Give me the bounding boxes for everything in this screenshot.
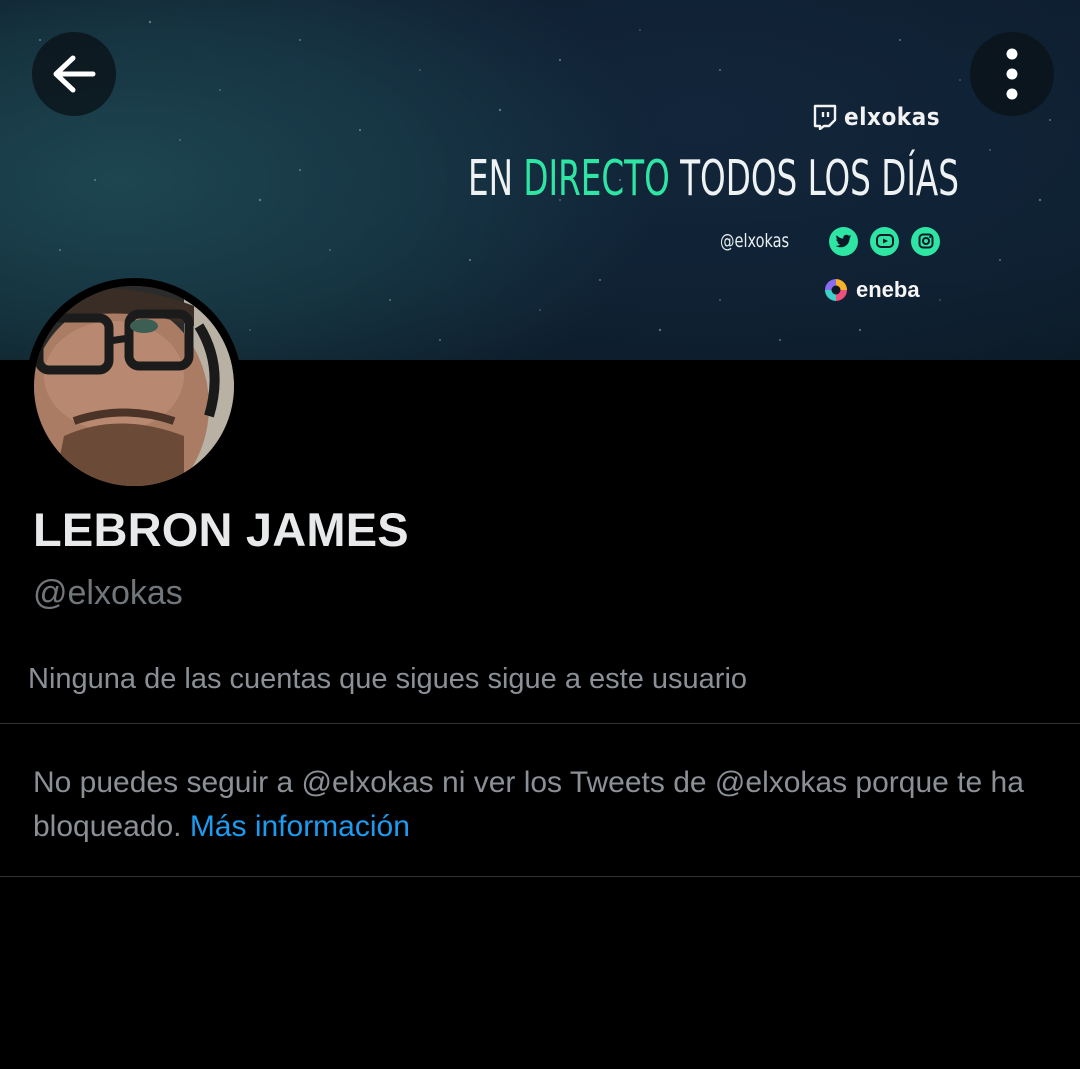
headline-part-1: EN (468, 150, 524, 207)
banner-brand-name: elxokas (844, 103, 941, 131)
followers-you-know-note: Ninguna de las cuentas que sigues sigue … (28, 663, 748, 695)
profile-display-name: LEBRON JAMES (33, 503, 409, 556)
blocked-notice-text: No puedes seguir a @elxokas ni ver los T… (33, 766, 1024, 843)
headline-highlight: DIRECTO (523, 150, 670, 207)
banner-social-row: @elxokas (720, 226, 941, 256)
more-options-button[interactable] (970, 32, 1054, 116)
instagram-icon (911, 226, 941, 256)
avatar-photo (34, 286, 234, 486)
divider (0, 876, 1080, 877)
banner-social-handle: @elxokas (720, 230, 790, 252)
profile-handle: @elxokas (33, 574, 183, 612)
back-button[interactable] (32, 32, 116, 116)
profile-page: elxokas EN DIRECTO TODOS LOS DÍAS @elxok… (0, 0, 1080, 1069)
banner-brand: elxokas (812, 101, 940, 133)
more-vertical-icon (1006, 48, 1018, 100)
more-info-link[interactable]: Más información (190, 810, 410, 843)
banner-headline: EN DIRECTO TODOS LOS DÍAS (468, 150, 959, 210)
twitter-icon (829, 226, 859, 256)
arrow-left-icon (53, 55, 96, 93)
banner-sponsor-name: eneba (856, 277, 920, 302)
headline-part-2: TODOS LOS DÍAS (669, 150, 959, 207)
divider (0, 723, 1080, 724)
eneba-logo-icon (825, 279, 847, 301)
twitch-icon (813, 104, 837, 130)
banner-sponsor: eneba (822, 274, 920, 306)
youtube-icon (870, 226, 900, 256)
profile-avatar[interactable] (26, 278, 242, 494)
blocked-notice: No puedes seguir a @elxokas ni ver los T… (33, 761, 1043, 849)
